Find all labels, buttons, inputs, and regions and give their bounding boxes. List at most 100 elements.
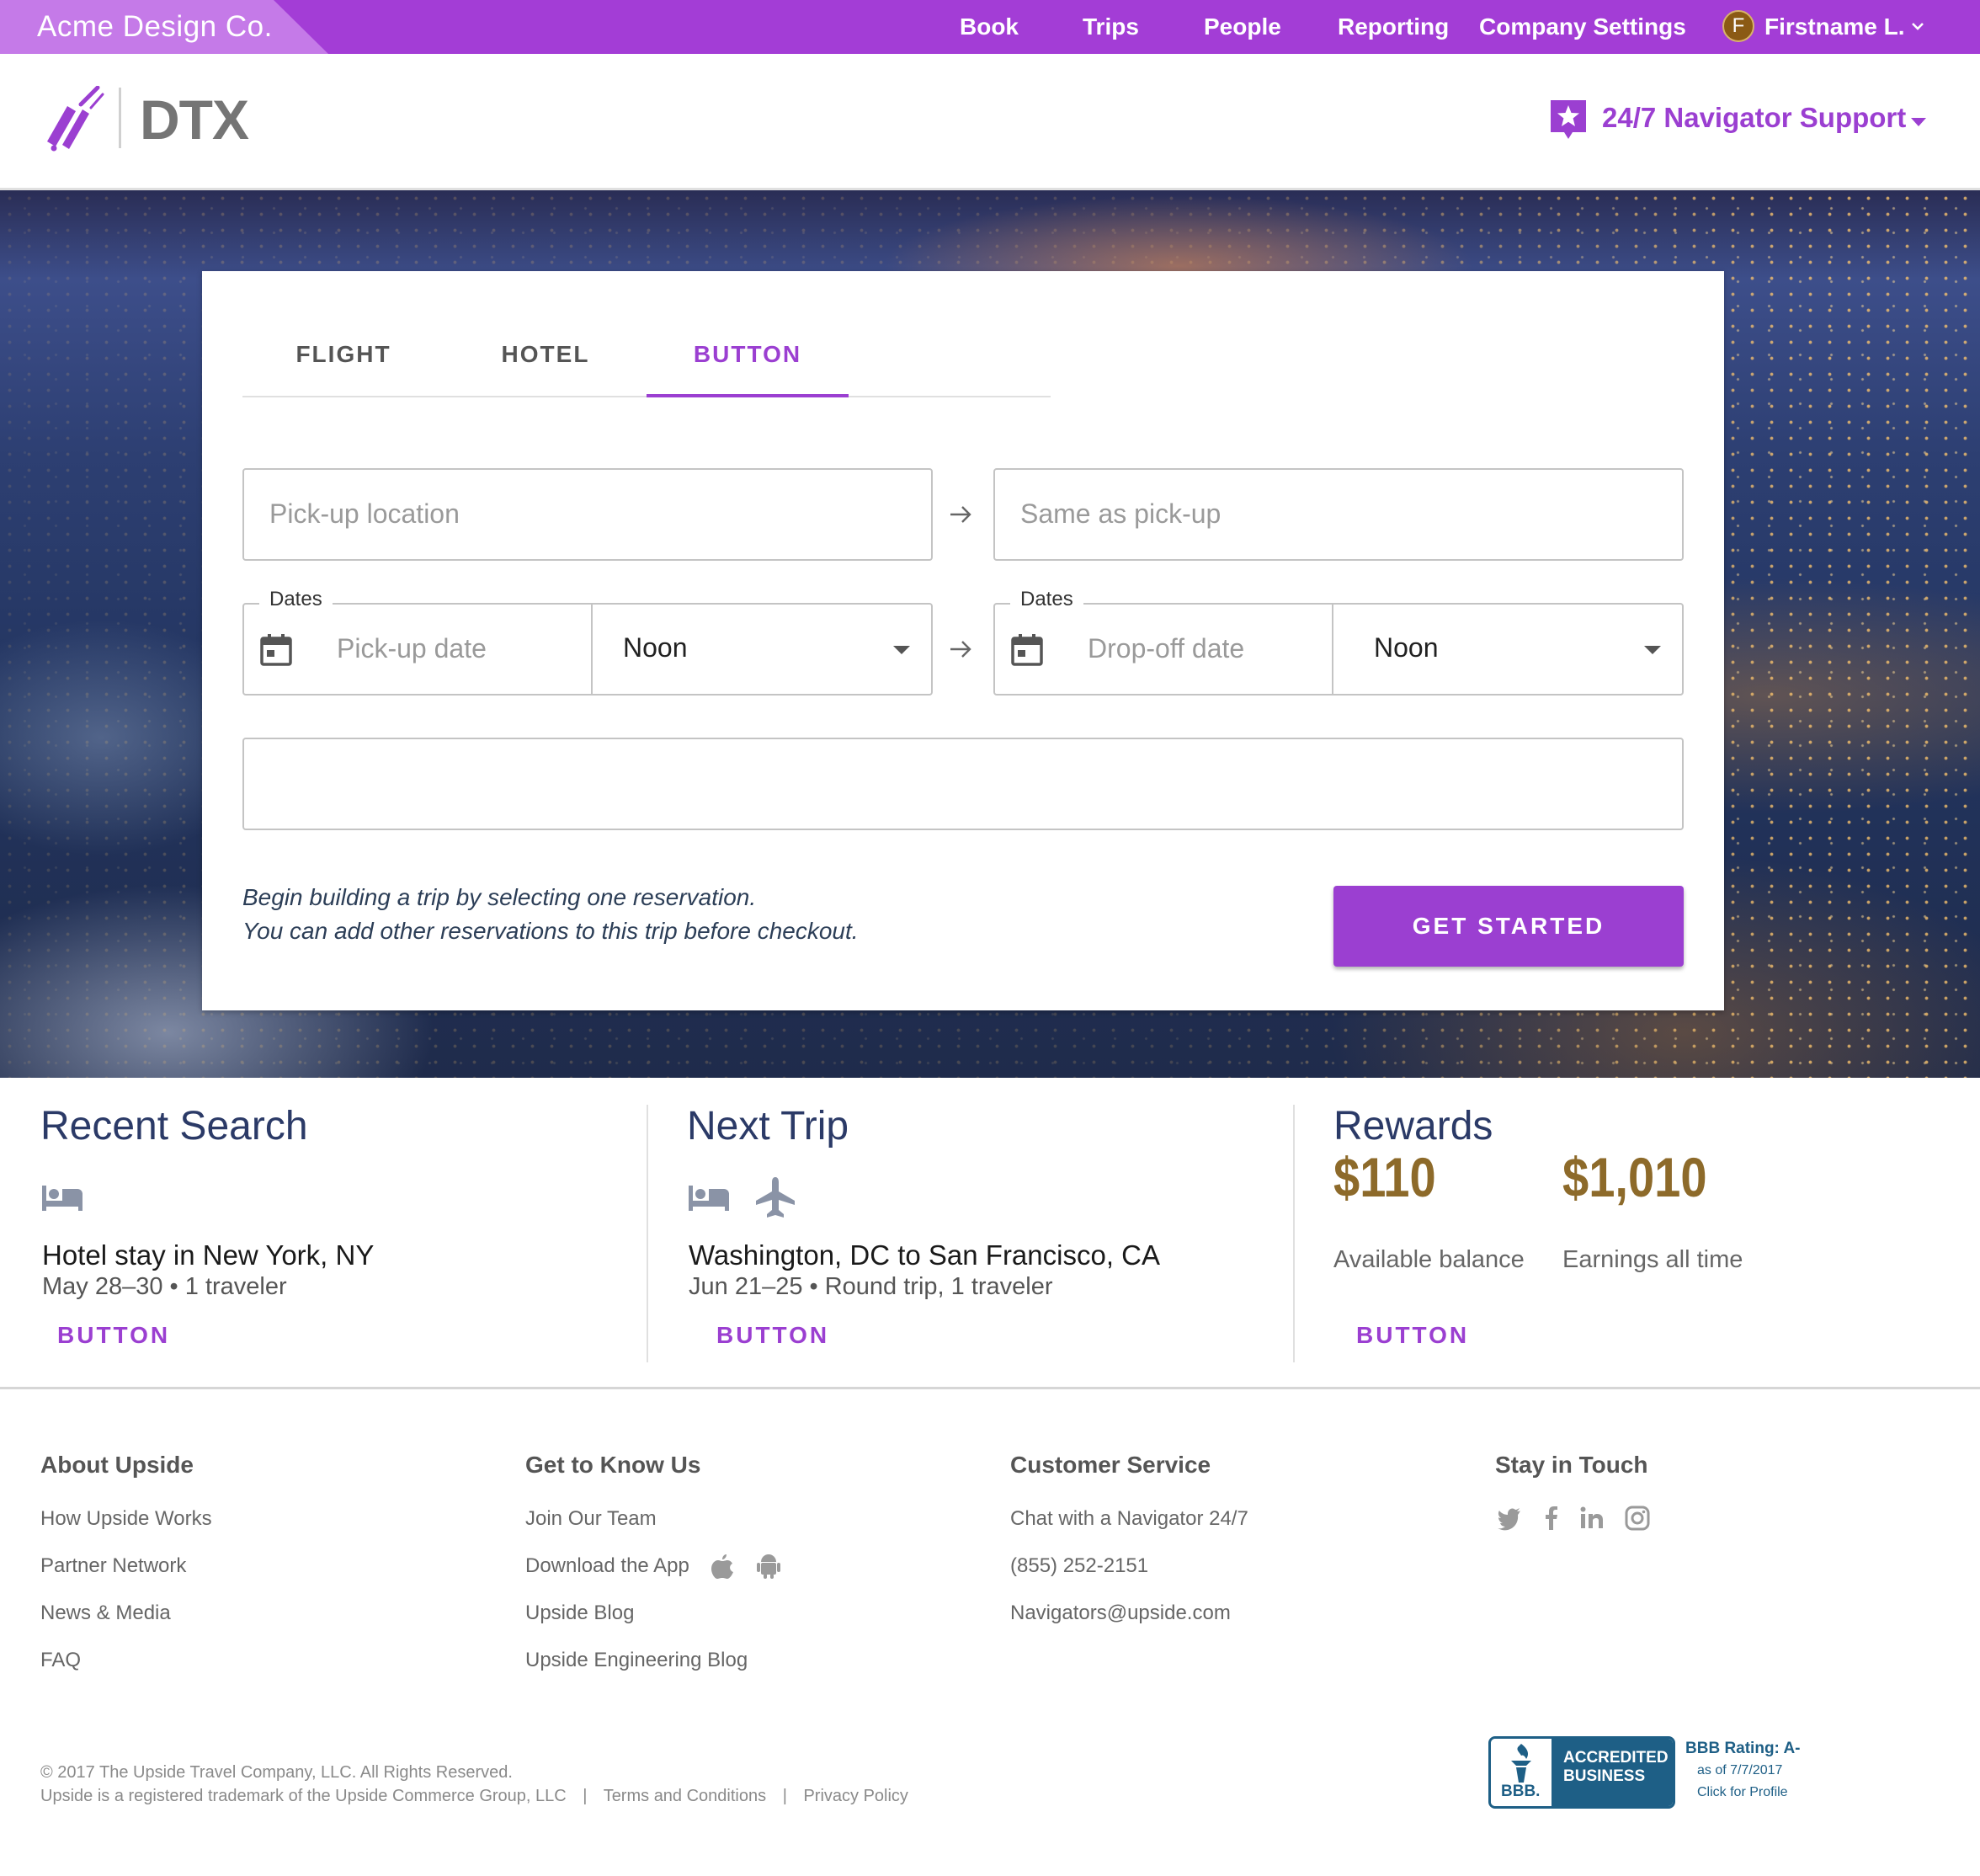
rewards-button[interactable]: BUTTON <box>1356 1322 1469 1349</box>
earnings-label: Earnings all time <box>1562 1246 1743 1273</box>
linkedin-icon[interactable] <box>1579 1506 1605 1531</box>
footer-link[interactable]: Join Our Team <box>525 1507 657 1531</box>
calendar-icon[interactable] <box>259 633 293 667</box>
copyright-text: © 2017 The Upside Travel Company, LLC. A… <box>40 1763 513 1782</box>
recent-search-main: Hotel stay in New York, NY <box>42 1239 375 1271</box>
android-icon[interactable] <box>756 1553 781 1580</box>
hotel-icon <box>689 1186 729 1211</box>
nav-people[interactable]: People <box>1204 0 1281 54</box>
tab-flight[interactable]: FLIGHT <box>242 318 444 396</box>
pickup-time-select[interactable]: Noon <box>623 632 688 664</box>
nav-company-settings[interactable]: Company Settings <box>1479 0 1686 54</box>
recent-search-title: Recent Search <box>40 1104 308 1149</box>
dropoff-time-select[interactable]: Noon <box>1374 632 1439 664</box>
tab-button[interactable]: BUTTON <box>647 318 849 397</box>
field-divider <box>591 605 593 694</box>
pickup-dates-group: Dates Pick-up date Noon <box>242 588 933 696</box>
bbb-rating[interactable]: BBB Rating: A- <box>1685 1740 1801 1758</box>
page: Acme Design Co. Book Trips People Report… <box>0 0 1980 1876</box>
footer-link[interactable]: Upside Blog <box>525 1602 634 1625</box>
next-trip-button[interactable]: BUTTON <box>716 1322 829 1349</box>
booking-tabs: FLIGHT HOTEL BUTTON <box>242 318 1051 397</box>
privacy-link[interactable]: Privacy Policy <box>803 1787 908 1805</box>
footer-link[interactable]: News & Media <box>40 1602 171 1625</box>
booking-card: FLIGHT HOTEL BUTTON Pick-up location Sam… <box>202 271 1724 1010</box>
column-divider <box>1293 1105 1295 1362</box>
caret-down-icon[interactable] <box>892 645 911 655</box>
footer-link[interactable]: FAQ <box>40 1649 81 1672</box>
user-menu[interactable]: Firstname L. <box>1764 0 1904 54</box>
dropoff-dates-group: Dates Drop-off date Noon <box>993 588 1684 696</box>
navigator-support-menu[interactable]: 24/7 Navigator Support <box>1602 102 1906 134</box>
recent-search-sub: May 28–30 • 1 traveler <box>42 1273 287 1300</box>
separator: | <box>583 1787 588 1805</box>
nav-reporting[interactable]: Reporting <box>1338 0 1449 54</box>
separator: | <box>782 1787 787 1805</box>
footer-link[interactable]: Upside Engineering Blog <box>525 1649 748 1672</box>
next-trip-title: Next Trip <box>687 1104 849 1149</box>
next-trip-main: Washington, DC to San Francisco, CA <box>689 1239 1161 1271</box>
arrow-right-icon <box>950 641 971 658</box>
twitter-icon[interactable] <box>1497 1506 1522 1531</box>
rewards-title: Rewards <box>1333 1104 1493 1149</box>
pickup-date-input[interactable]: Pick-up date <box>337 633 487 664</box>
footer-heading-know: Get to Know Us <box>525 1452 701 1478</box>
bbb-accredited-line1: ACCREDITED <box>1563 1749 1669 1767</box>
bbb-accredited-line2: BUSINESS <box>1563 1767 1646 1785</box>
summary-section: Recent Search Hotel stay in New York, NY… <box>0 1078 1980 1389</box>
footer-link[interactable]: Partner Network <box>40 1554 186 1578</box>
nav-book[interactable]: Book <box>960 0 1019 54</box>
dropoff-location-input[interactable]: Same as pick-up <box>993 468 1684 561</box>
get-started-button[interactable]: GET STARTED <box>1333 886 1684 967</box>
top-bar: Acme Design Co. Book Trips People Report… <box>0 0 1980 54</box>
footer-link[interactable]: (855) 252-2151 <box>1010 1554 1148 1578</box>
terms-link[interactable]: Terms and Conditions <box>604 1787 766 1805</box>
header: DTX 24/7 Navigator Support <box>0 54 1980 190</box>
dropoff-location-placeholder: Same as pick-up <box>1020 498 1222 529</box>
company-name: Acme Design Co. <box>37 10 273 43</box>
legal-line: Upside is a registered trademark of the … <box>40 1787 908 1806</box>
hotel-icon <box>42 1186 82 1211</box>
apple-icon[interactable] <box>711 1553 734 1580</box>
bbb-profile-link[interactable]: Click for Profile <box>1697 1785 1788 1800</box>
facebook-icon[interactable] <box>1539 1506 1564 1531</box>
pickup-location-placeholder: Pick-up location <box>269 498 460 529</box>
footer-heading-about: About Upside <box>40 1452 194 1478</box>
avatar[interactable]: F <box>1722 10 1754 42</box>
hint-line-2: You can add other reservations to this t… <box>242 918 859 944</box>
footer-heading-service: Customer Service <box>1010 1452 1211 1478</box>
available-balance-amount: $110 <box>1333 1146 1436 1208</box>
additional-input[interactable] <box>242 738 1684 830</box>
dates-legend: Dates <box>259 588 333 611</box>
tab-hotel[interactable]: HOTEL <box>444 318 647 396</box>
footer-link[interactable]: Chat with a Navigator 24/7 <box>1010 1507 1248 1531</box>
company-switcher[interactable]: Acme Design Co. <box>0 0 328 54</box>
footer-link[interactable]: Navigators@upside.com <box>1010 1602 1231 1625</box>
caret-down-icon[interactable] <box>1909 116 1928 128</box>
earnings-amount: $1,010 <box>1562 1146 1707 1208</box>
instagram-icon[interactable] <box>1625 1506 1650 1531</box>
bbb-accredited-label: ACCREDITED BUSINESS <box>1552 1739 1673 1806</box>
suitcase-logo-icon[interactable] <box>44 86 106 152</box>
footer-link[interactable]: Download the App <box>525 1554 689 1578</box>
calendar-icon[interactable] <box>1010 633 1044 667</box>
column-divider <box>647 1105 648 1362</box>
bbb-seal: BBB. <box>1491 1739 1552 1806</box>
bbb-accredited-badge[interactable]: BBB. ACCREDITED BUSINESS <box>1488 1736 1675 1809</box>
next-trip-sub: Jun 21–25 • Round trip, 1 traveler <box>689 1273 1053 1300</box>
caret-down-icon[interactable] <box>1643 645 1662 655</box>
bbb-seal-text: BBB. <box>1501 1783 1541 1800</box>
footer-heading-touch: Stay in Touch <box>1495 1452 1648 1478</box>
recent-search-button[interactable]: BUTTON <box>57 1322 170 1349</box>
logo-text[interactable]: DTX <box>140 88 249 152</box>
dates-legend: Dates <box>1010 588 1083 611</box>
footer-link[interactable]: How Upside Works <box>40 1507 212 1531</box>
nav-trips[interactable]: Trips <box>1083 0 1139 54</box>
bbb-torch-icon <box>1511 1744 1531 1783</box>
hint-line-1: Begin building a trip by selecting one r… <box>242 884 757 910</box>
field-divider <box>1332 605 1333 694</box>
pickup-location-input[interactable]: Pick-up location <box>242 468 933 561</box>
dropoff-date-input[interactable]: Drop-off date <box>1088 633 1244 664</box>
trademark-text: Upside is a registered trademark of the … <box>40 1787 567 1805</box>
chevron-down-icon[interactable] <box>1909 18 1926 35</box>
